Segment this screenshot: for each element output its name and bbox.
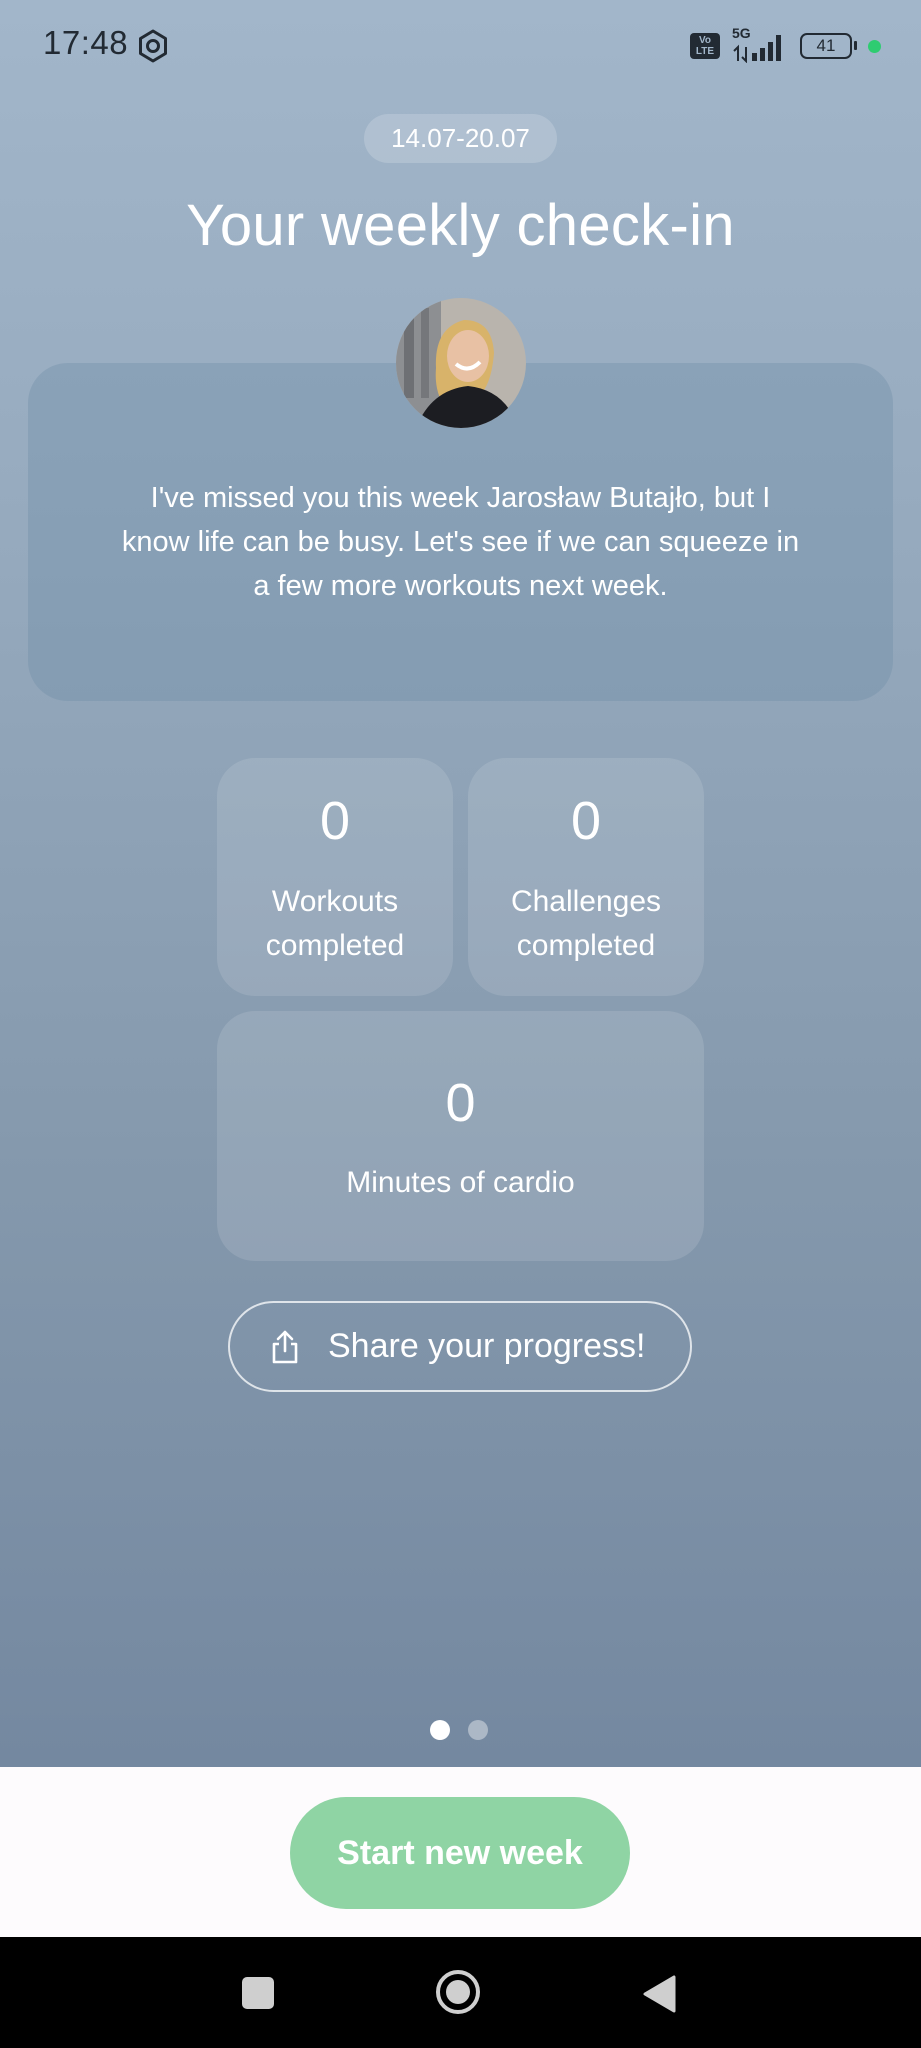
signal-icon: 5G: [730, 25, 790, 63]
cardio-minutes-card: 0 Minutes of cardio: [217, 1011, 704, 1261]
privacy-indicator-dot: [868, 39, 881, 53]
checkin-screen: 17:48 Vo LTE 5G 41 14.07-20.07 Your week…: [0, 0, 921, 1767]
workouts-label-line2: completed: [265, 929, 405, 962]
recent-apps-icon[interactable]: [242, 1977, 274, 2009]
settings-gear-icon: [139, 29, 167, 63]
workouts-label-line1: Workouts: [271, 885, 399, 918]
share-progress-label: Share your progress!: [328, 1327, 646, 1365]
workouts-completed-card: 0 Workouts completed: [217, 758, 453, 996]
workouts-count: 0: [319, 791, 351, 851]
home-icon[interactable]: [435, 1969, 481, 2015]
volte-icon: Vo LTE: [690, 33, 720, 59]
challenges-count: 0: [570, 791, 602, 851]
share-icon: [272, 1330, 298, 1363]
back-icon[interactable]: [641, 1974, 677, 2014]
status-indicators: Vo LTE 5G 41: [690, 25, 881, 64]
status-time: 17:48: [43, 24, 129, 61]
page-dot-2[interactable]: [468, 1720, 488, 1740]
page-indicator: [430, 1720, 488, 1740]
challenges-label-line2: completed: [516, 929, 656, 962]
coach-message: I've missed you this week Jarosław Butaj…: [121, 482, 800, 602]
challenges-completed-card: 0 Challenges completed: [468, 758, 704, 996]
date-range-badge: 14.07-20.07: [364, 114, 557, 163]
cardio-minutes-count: 0: [445, 1073, 476, 1133]
challenges-label-line1: Challenges: [510, 885, 662, 918]
start-new-week-button[interactable]: Start new week: [290, 1797, 630, 1909]
cardio-minutes-label: Minutes of cardio: [346, 1166, 575, 1199]
battery-icon: 41: [800, 33, 857, 59]
coach-avatar: [396, 298, 526, 428]
page-title: Your weekly check-in: [186, 193, 735, 258]
share-progress-button[interactable]: Share your progress!: [228, 1301, 692, 1392]
page-dot-1[interactable]: [430, 1720, 450, 1740]
status-bar: 17:48 Vo LTE 5G 41: [0, 0, 921, 92]
